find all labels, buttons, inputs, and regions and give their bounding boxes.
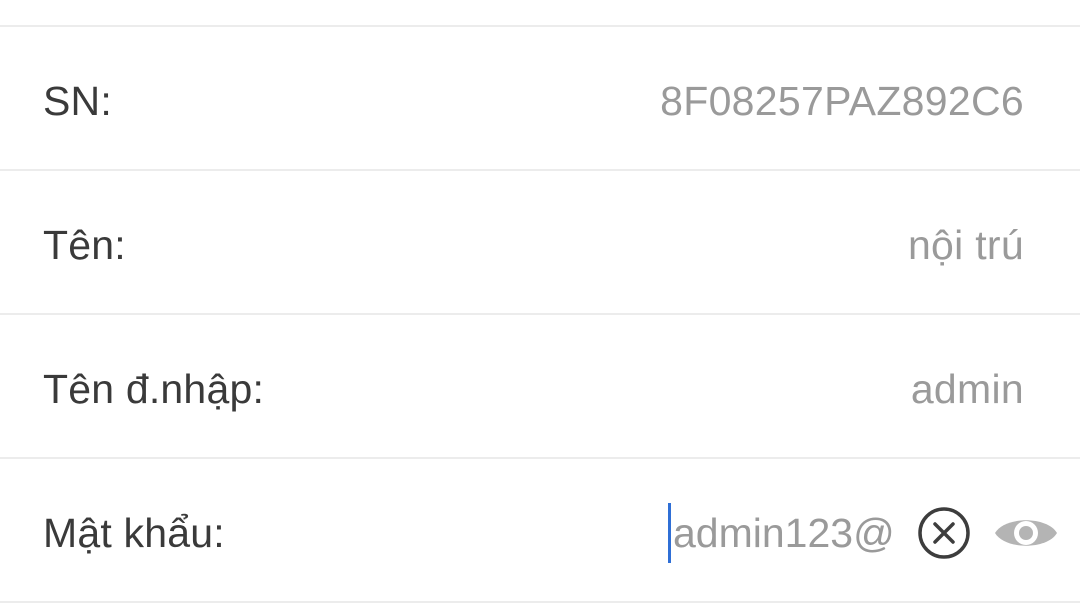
password-input[interactable] <box>668 503 909 563</box>
name-row[interactable]: Tên: nội trú <box>0 175 1080 315</box>
sn-row: SN: 8F08257PAZ892C6 <box>0 31 1080 171</box>
password-row: Mật khẩu: <box>0 463 1080 603</box>
sn-label: SN: <box>43 77 112 124</box>
clear-circle-x-icon <box>918 507 970 559</box>
name-value[interactable]: nội trú <box>908 222 1024 269</box>
toggle-password-visibility-button[interactable] <box>991 504 1061 562</box>
divider <box>0 169 1080 171</box>
divider <box>0 457 1080 459</box>
divider <box>0 601 1080 603</box>
divider <box>0 25 1080 27</box>
divider <box>0 313 1080 315</box>
sn-value: 8F08257PAZ892C6 <box>660 77 1024 124</box>
username-value[interactable]: admin <box>911 366 1024 413</box>
name-label: Tên: <box>43 221 126 268</box>
username-row[interactable]: Tên đ.nhập: admin <box>0 319 1080 459</box>
clear-password-button[interactable] <box>915 504 973 562</box>
password-label: Mật khẩu: <box>43 509 225 556</box>
password-field-group <box>668 503 1061 563</box>
eye-icon <box>995 520 1057 546</box>
username-label: Tên đ.nhập: <box>43 365 265 412</box>
device-detail-form: SN: 8F08257PAZ892C6 Tên: nội trú Tên đ.n… <box>0 0 1080 614</box>
